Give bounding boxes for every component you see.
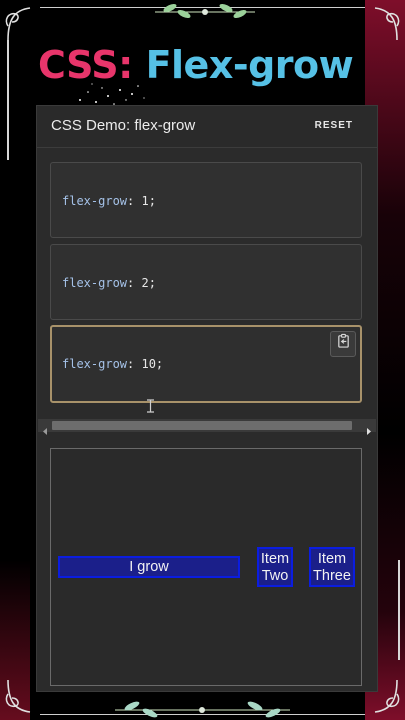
code-value: 10;	[141, 357, 164, 371]
copy-button[interactable]	[330, 331, 356, 357]
scroll-right-arrow-icon[interactable]	[365, 421, 373, 435]
text-cursor-icon	[146, 372, 155, 413]
demo-output: I grow Item Two Item Three	[50, 448, 362, 686]
flex-container: I grow Item Two Item Three	[58, 546, 355, 588]
code-property: flex-grow	[62, 194, 128, 208]
copy-icon	[336, 307, 351, 381]
code-value: 1;	[141, 194, 156, 208]
flex-item-two: Item Two	[257, 547, 293, 587]
ornament-corner-icon	[359, 0, 405, 46]
frame-line	[398, 560, 400, 660]
title-css: CSS:	[38, 43, 133, 87]
code-option-3-selected[interactable]: flex-grow: 10;	[50, 325, 362, 413]
code-property: flex-grow	[62, 276, 128, 290]
flex-item-grow: I grow	[58, 556, 240, 578]
demo-header: CSS Demo: flex-grow RESET	[37, 106, 377, 148]
code-value: 2;	[141, 276, 156, 290]
page-title: CSS: Flex-grow	[38, 40, 354, 90]
scroll-left-arrow-icon[interactable]	[41, 421, 49, 435]
reset-button[interactable]: RESET	[315, 120, 353, 131]
frame-line	[7, 40, 9, 160]
leaf-ornament-icon	[150, 0, 260, 22]
scroll-thumb[interactable]	[52, 421, 352, 430]
flex-item-three: Item Three	[309, 547, 355, 587]
title-flex-grow: Flex-grow	[145, 43, 354, 87]
leaf-ornament-icon	[110, 698, 295, 720]
css-demo-panel: CSS Demo: flex-grow RESET flex-grow: 1; …	[36, 105, 378, 692]
demo-title: CSS Demo: flex-grow	[51, 117, 196, 134]
code-option-1[interactable]: flex-grow: 1;	[50, 162, 362, 238]
horizontal-scrollbar[interactable]	[38, 419, 376, 435]
code-option-2[interactable]: flex-grow: 2;	[50, 244, 362, 320]
code-property: flex-grow	[62, 357, 128, 371]
